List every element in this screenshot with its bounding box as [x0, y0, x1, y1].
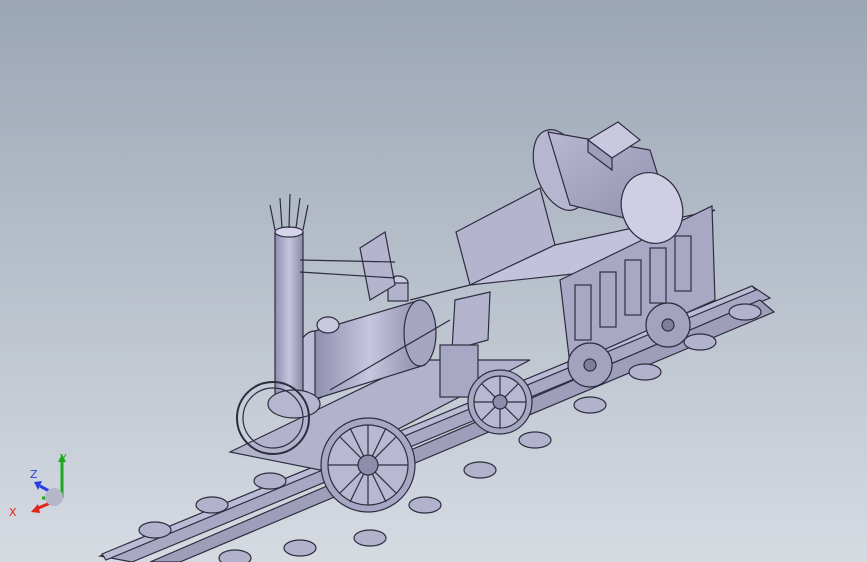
z-axis-label: Z	[30, 468, 38, 481]
y-axis-label: Y	[60, 452, 67, 465]
3d-viewport[interactable]: X Y Z	[0, 0, 867, 562]
axis-triad	[31, 454, 66, 513]
x-axis-label: X	[9, 506, 17, 519]
locomotive-model[interactable]	[0, 0, 867, 562]
